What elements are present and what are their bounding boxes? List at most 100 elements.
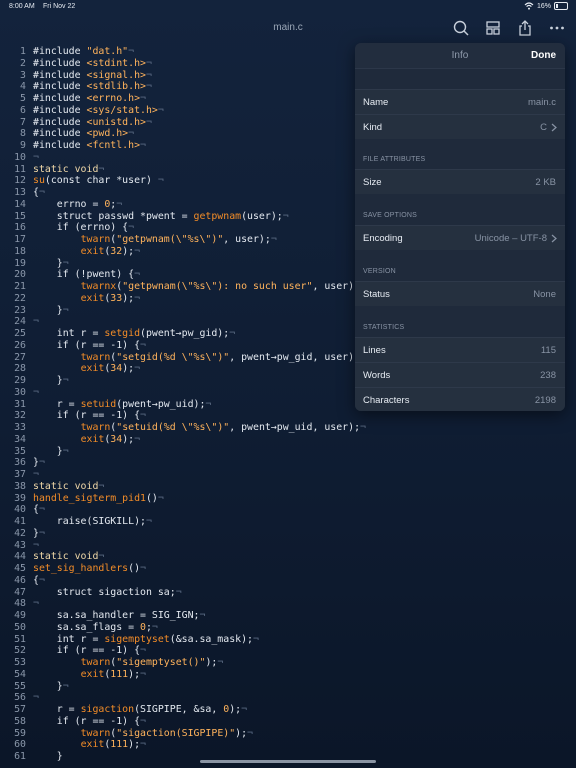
code-line[interactable]: 1 #include "dat.h"¬ [0,46,134,58]
line-code: ¬ [33,598,39,610]
line-code: } [33,751,63,763]
code-line[interactable]: 36}¬ [0,457,45,469]
line-code: exit(34);¬ [33,434,140,446]
code-line[interactable]: 52 if (r == -1) {¬ [0,645,146,657]
code-line[interactable]: 51 int r = sigemptyset(&sa.sa_mask);¬ [0,634,259,646]
code-line[interactable]: 10 ¬ [0,152,39,164]
code-line[interactable]: 41 raise(SIGKILL);¬ [0,516,152,528]
code-line[interactable]: 27 twarn("setgid(%d \"%s\")", pwent→pw_g… [0,352,354,364]
code-line[interactable]: 31 r = setuid(pwent→pw_uid);¬ [0,399,211,411]
code-line[interactable]: 47 struct sigaction sa;¬ [0,587,182,599]
line-number: 37 [14,469,26,480]
line-code: ¬ [33,387,39,399]
wifi-icon [524,2,534,10]
code-line[interactable]: 25 int r = setgid(pwent→pw_gid);¬ [0,328,235,340]
code-line[interactable]: 50 sa.sa_flags = 0;¬ [0,622,158,634]
code-token: ¬ [157,175,164,187]
code-line[interactable]: 37 ¬ [0,469,39,481]
code-line[interactable]: 48 ¬ [0,598,39,610]
code-line[interactable]: 38 static void¬ [0,481,104,493]
line-code: if (r == -1) {¬ [33,645,146,657]
code-line[interactable]: 19 }¬ [0,258,69,270]
code-line[interactable]: 33 twarn("setuid(%d \"%s\")", pwent→pw_u… [0,422,366,434]
kind-row[interactable]: Kind C [355,114,565,139]
code-line[interactable]: 28 exit(34);¬ [0,363,140,375]
code-line[interactable]: 43 ¬ [0,540,39,552]
code-line[interactable]: 8 #include <pwd.h>¬ [0,128,134,140]
code-line[interactable]: 20 if (!pwent) {¬ [0,269,140,281]
code-line[interactable]: 35 }¬ [0,446,69,458]
code-line[interactable]: 34 exit(34);¬ [0,434,140,446]
layout-icon[interactable] [484,19,502,37]
code-line[interactable]: 58 if (r == -1) {¬ [0,716,146,728]
code-line[interactable]: 13 {¬ [0,187,45,199]
code-token: } [33,680,63,692]
line-number: 53 [14,657,26,668]
code-line[interactable]: 44 static void¬ [0,551,104,563]
code-line[interactable]: 60 exit(111);¬ [0,739,146,751]
code-token: ¬ [62,257,69,269]
code-line[interactable]: 40 {¬ [0,504,45,516]
line-code: }¬ [33,305,69,317]
code-line[interactable]: 54 exit(111);¬ [0,669,146,681]
code-token: (&sa.sa_mask); [169,633,253,645]
line-code: static void¬ [33,164,104,176]
size-value: 2 KB [535,177,556,188]
search-icon[interactable] [452,19,470,37]
code-line[interactable]: 24 ¬ [0,316,39,328]
code-line[interactable]: 9 #include <fcntl.h>¬ [0,140,146,152]
code-line[interactable]: 26 if (r == -1) {¬ [0,340,146,352]
encoding-row[interactable]: Encoding Unicode – UTF-8 [355,225,565,250]
code-token: ¬ [140,715,146,727]
code-line[interactable]: 6 #include <sys/stat.h>¬ [0,105,164,117]
code-line[interactable]: 55 }¬ [0,681,69,693]
code-line[interactable]: 39 handle_sigterm_pid1()¬ [0,493,164,505]
code-line[interactable]: 59 twarn("sigaction(SIGPIPE)");¬ [0,728,253,740]
code-line[interactable]: 23 }¬ [0,305,69,317]
code-token: ¬ [140,645,146,657]
code-line[interactable]: 21 twarnx("getpwnam(\"%s\"): no such use… [0,281,360,293]
code-line[interactable]: 14 errno = 0;¬ [0,199,122,211]
code-line[interactable]: 30 ¬ [0,387,39,399]
code-line[interactable]: 4 #include <stdlib.h>¬ [0,81,152,93]
code-line[interactable]: 42}¬ [0,528,45,540]
code-line[interactable]: 56 ¬ [0,692,39,704]
code-line[interactable]: 46 {¬ [0,575,45,587]
code-line[interactable]: 45 set_sig_handlers()¬ [0,563,146,575]
more-icon[interactable] [548,19,566,37]
code-line[interactable]: 12 su(const char *user) ¬ [0,175,164,187]
share-icon[interactable] [516,19,534,37]
done-button[interactable]: Done [531,50,556,61]
code-line[interactable]: 53 twarn("sigemptyset()");¬ [0,657,223,669]
line-number: 20 [14,269,26,281]
code-line[interactable]: 11 static void¬ [0,164,104,176]
code-line[interactable]: 3 #include <signal.h>¬ [0,70,152,82]
code-line[interactable]: 5 #include <errno.h>¬ [0,93,146,105]
home-indicator[interactable] [200,760,376,763]
code-token: sa.sa_flags = [33,621,141,633]
line-number: 5 [20,93,26,104]
line-number: 61 [14,751,26,762]
code-line[interactable]: 18 exit(32);¬ [0,246,140,258]
code-token: exit [80,739,105,751]
line-code: if (r == -1) {¬ [33,716,146,728]
code-token: ¬ [145,116,152,128]
code-line[interactable]: 29 }¬ [0,375,69,387]
line-number: 17 [14,234,26,245]
code-line[interactable]: 49 sa.sa_handler = SIG_IGN;¬ [0,610,205,622]
code-line[interactable]: 61 } [0,751,63,763]
code-line[interactable]: 17 twarn("getpwnam(\"%s\")", user);¬ [0,234,277,246]
code-token: (pwent→pw_uid); [116,398,206,410]
line-code: ¬ [33,152,39,164]
code-line[interactable]: 32 if (r == -1) {¬ [0,410,146,422]
name-label: Name [363,97,389,108]
code-line[interactable]: 57 r = sigaction(SIGPIPE, &sa, 0);¬ [0,704,247,716]
code-token: ¬ [282,210,289,222]
code-line[interactable]: 7 #include <unistd.h>¬ [0,117,152,129]
code-line[interactable]: 15 struct passwd *pwent = getpwnam(user)… [0,211,289,223]
code-line[interactable]: 16 if (errno) {¬ [0,222,134,234]
name-row[interactable]: Name main.c [355,89,565,114]
code-line[interactable]: 22 exit(33);¬ [0,293,140,305]
code-line[interactable]: 2 #include <stdint.h>¬ [0,58,152,70]
line-number: 4 [20,81,26,93]
